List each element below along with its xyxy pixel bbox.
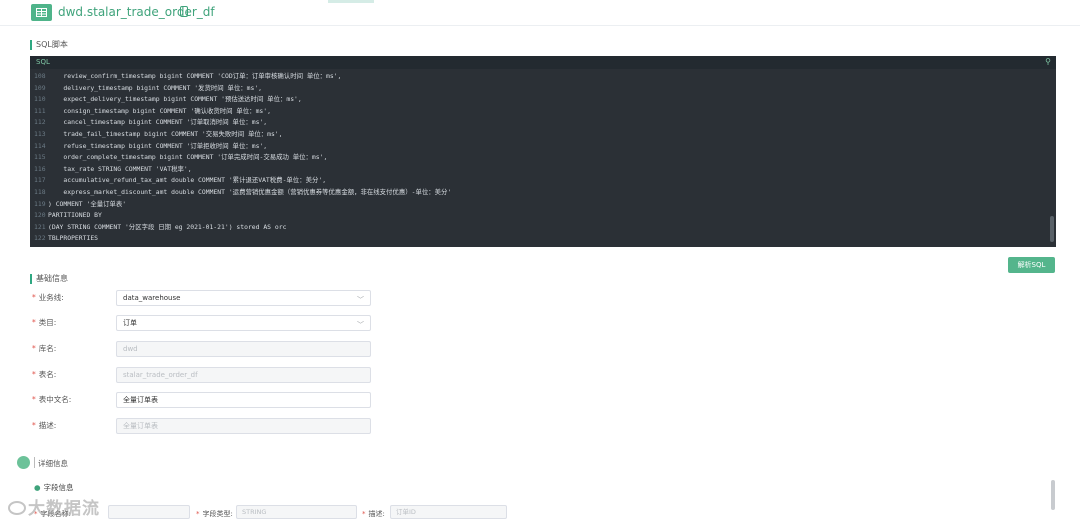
field-desc-input[interactable]: 订单ID xyxy=(390,505,507,519)
copy-icon[interactable] xyxy=(180,6,188,17)
required-mark: * xyxy=(32,395,36,404)
top-bar: dwd.stalar_trade_order_df xyxy=(0,0,1080,26)
form-input: stalar_trade_order_df xyxy=(116,367,371,383)
sql-code: order_complete_timestamp bigint COMMENT … xyxy=(48,153,328,162)
line-number: 111 xyxy=(34,106,46,115)
sql-line: 109 delivery_timestamp bigint COMMENT '发… xyxy=(30,83,1056,95)
line-number: 121 xyxy=(34,222,46,231)
sql-line: 115 order_complete_timestamp bigint COMM… xyxy=(30,152,1056,164)
field-info-title: ● 字段信息 xyxy=(34,482,74,493)
form-select[interactable]: 订单 ﹀ xyxy=(116,315,371,331)
sql-editor-header: SQL ⚲ xyxy=(30,56,1056,69)
line-number: 108 xyxy=(34,72,46,80)
sql-line: 112 cancel_timestamp bigint COMMENT '订单取… xyxy=(30,117,1056,129)
sql-editor-label: SQL xyxy=(36,58,50,66)
sql-line: 120 PARTITIONED BY xyxy=(30,210,1056,222)
sql-line: 110 expect_delivery_timestamp bigint COM… xyxy=(30,94,1056,106)
required-mark: * xyxy=(32,293,36,302)
line-number: 109 xyxy=(34,83,46,92)
sql-section-title: SQL脚本 xyxy=(30,40,68,50)
page-scrollbar[interactable] xyxy=(1051,480,1055,510)
line-number: 115 xyxy=(34,153,46,162)
sql-line: 122 TBLPROPERTIES xyxy=(30,233,1056,245)
chevron-down-icon: ﹀ xyxy=(357,296,364,304)
divider xyxy=(34,457,35,468)
sql-code: TBLPROPERTIES xyxy=(48,234,99,243)
sql-editor[interactable]: SQL ⚲ 108 review_confirm_timestamp bigin… xyxy=(30,56,1056,247)
parse-sql-button[interactable]: 解析SQL xyxy=(1008,257,1055,273)
form-label: * 描述: xyxy=(32,421,57,430)
line-number: 118 xyxy=(34,187,46,196)
form-label: * 业务线: xyxy=(32,293,64,302)
form-input: dwd xyxy=(116,341,371,357)
sql-line: 117 accumulative_refund_tax_amt double C… xyxy=(30,175,1056,187)
required-mark: * xyxy=(32,344,36,353)
field-type-label: * 字段类型: xyxy=(196,510,233,518)
line-number: 110 xyxy=(34,95,46,104)
sql-code: refuse_timestamp bigint COMMENT '订单拒收时间 … xyxy=(48,141,268,150)
line-number: 114 xyxy=(34,141,46,150)
active-tab-indicator xyxy=(328,0,374,3)
line-number: 122 xyxy=(34,234,46,243)
table-name-title: dwd.stalar_trade_order_df xyxy=(58,5,215,19)
sql-code: trade_fail_timestamp bigint COMMENT '交易失… xyxy=(48,129,283,138)
sql-code: accumulative_refund_tax_amt double COMME… xyxy=(48,176,327,185)
sql-code: PARTITIONED BY xyxy=(48,211,102,220)
watermark-logo-icon xyxy=(8,501,26,515)
form-label: * 表中文名: xyxy=(32,395,72,404)
sql-line: 113 trade_fail_timestamp bigint COMMENT … xyxy=(30,129,1056,141)
chevron-down-icon: ﹀ xyxy=(357,321,364,329)
sql-code: review_confirm_timestamp bigint COMMENT … xyxy=(48,72,342,80)
field-type-input[interactable]: STRING xyxy=(236,505,357,519)
detail-info-title: 详细信息 xyxy=(38,459,68,468)
sql-code: delivery_timestamp bigint COMMENT '发货时间 … xyxy=(48,83,263,92)
sql-code: tax_rate STRING COMMENT 'VAT税率', xyxy=(48,164,192,173)
form-input[interactable]: 全量订单表 xyxy=(116,392,371,408)
sql-code: consign_timestamp bigint COMMENT '确认收货时间… xyxy=(48,106,271,115)
sql-code: (DAY STRING COMMENT '分区字段 日期 eg 2021-01-… xyxy=(48,222,287,231)
fullscreen-icon[interactable]: ⚲ xyxy=(1045,57,1051,66)
sql-line: 111 consign_timestamp bigint COMMENT '确认… xyxy=(30,106,1056,118)
sql-line: 118 express_market_discount_amt double C… xyxy=(30,187,1056,199)
form-input: 全量订单表 xyxy=(116,418,371,434)
sql-line: 119) COMMENT '全量订单表' xyxy=(30,199,1056,211)
sql-code: ) COMMENT '全量订单表' xyxy=(48,199,127,208)
field-name-input[interactable] xyxy=(108,505,190,519)
required-mark: * xyxy=(32,421,36,430)
line-number: 116 xyxy=(34,164,46,173)
line-number: 112 xyxy=(34,118,46,127)
sql-code: cancel_timestamp bigint COMMENT '订单取消时间 … xyxy=(48,118,268,127)
field-info-label: 字段信息 xyxy=(43,483,74,492)
sql-code: expect_delivery_timestamp bigint COMMENT… xyxy=(48,95,302,104)
sql-code: express_market_discount_amt double COMME… xyxy=(48,187,452,196)
form-label: * 库名: xyxy=(32,344,57,353)
line-number: 117 xyxy=(34,176,46,185)
sql-scrollbar[interactable] xyxy=(1050,216,1054,242)
required-mark: * xyxy=(32,370,36,379)
sql-line: 116 tax_rate STRING COMMENT 'VAT税率', xyxy=(30,164,1056,176)
sql-code-lines: 108 review_confirm_timestamp bigint COMM… xyxy=(30,71,1056,245)
form-label: * 表名: xyxy=(32,370,57,379)
table-icon xyxy=(31,4,52,21)
watermark: 大数据流 xyxy=(8,494,100,519)
form-select[interactable]: data_warehouse ﹀ xyxy=(116,290,371,306)
detail-expand-icon[interactable] xyxy=(17,456,30,469)
basic-info-title: 基础信息 xyxy=(30,274,68,284)
field-dot-icon: ● xyxy=(34,483,41,492)
line-number: 120 xyxy=(34,211,46,220)
form-label: * 类目: xyxy=(32,318,57,327)
sql-line: 121 (DAY STRING COMMENT '分区字段 日期 eg 2021-… xyxy=(30,222,1056,234)
required-mark: * xyxy=(32,318,36,327)
sql-line: 108 review_confirm_timestamp bigint COMM… xyxy=(30,71,1056,83)
sql-line: 114 refuse_timestamp bigint COMMENT '订单拒… xyxy=(30,141,1056,153)
line-number: 119 xyxy=(34,199,46,208)
field-desc-label: * 描述: xyxy=(362,510,385,518)
line-number: 113 xyxy=(34,129,46,138)
